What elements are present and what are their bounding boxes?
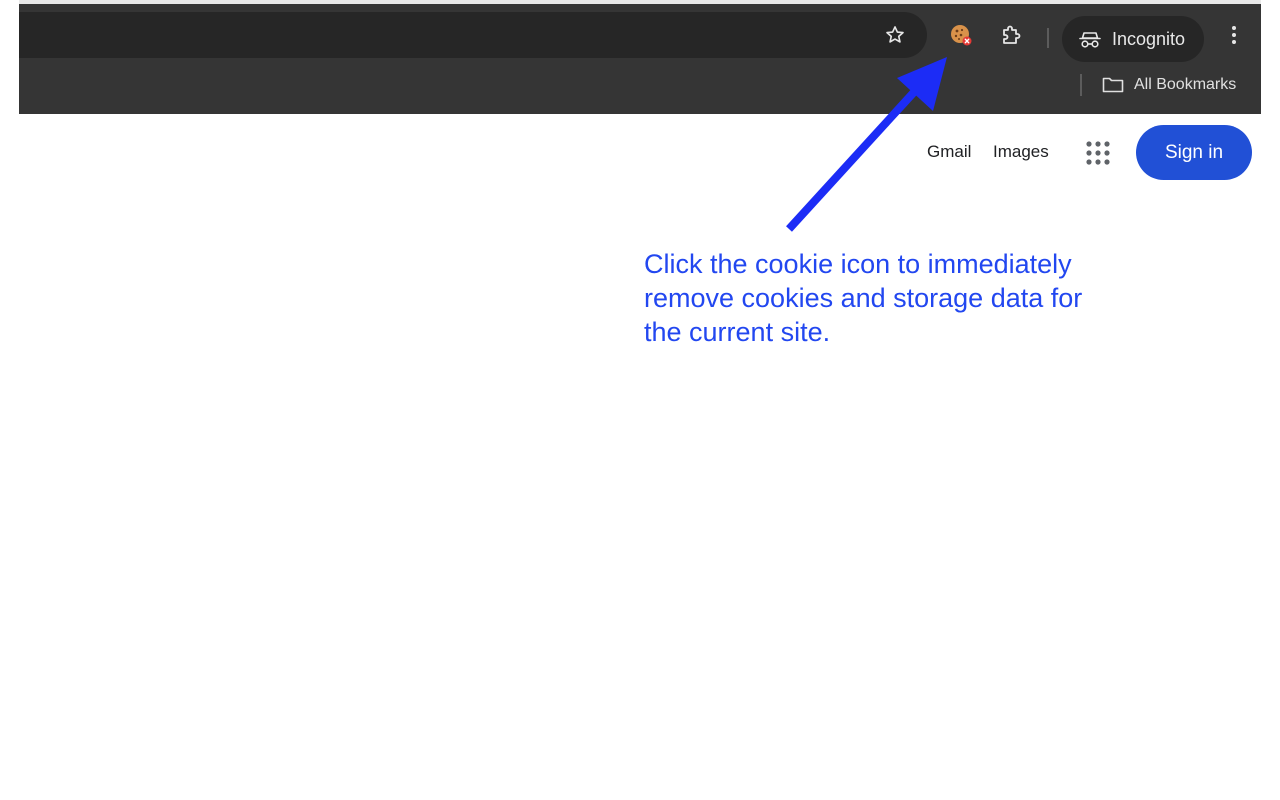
all-bookmarks-button[interactable]: All Bookmarks — [1102, 73, 1236, 97]
bookmark-star-button[interactable] — [879, 19, 911, 51]
folder-icon — [1102, 76, 1124, 94]
sign-in-button[interactable]: Sign in — [1136, 125, 1252, 180]
bookmarks-bar: All Bookmarks — [19, 62, 1261, 114]
cookie-icon — [951, 25, 972, 46]
toolbar-divider — [1047, 28, 1049, 48]
browser-chrome: Incognito All Bookmarks — [19, 0, 1261, 114]
incognito-icon — [1078, 29, 1102, 49]
annotation-arrow — [786, 57, 947, 232]
apps-grid-icon — [1086, 141, 1110, 165]
address-bar[interactable] — [19, 12, 927, 58]
star-icon — [886, 26, 904, 43]
google-apps-button[interactable] — [1083, 138, 1113, 168]
more-vert-icon — [1232, 26, 1236, 44]
annotation-text: Click the cookie icon to immediately rem… — [644, 249, 1083, 347]
gmail-link[interactable]: Gmail — [927, 142, 971, 162]
extensions-button[interactable] — [996, 19, 1028, 51]
incognito-label: Incognito — [1112, 28, 1186, 49]
browser-menu-button[interactable] — [1218, 19, 1250, 51]
bookmarks-divider — [1080, 74, 1082, 96]
extensions-icon — [1003, 25, 1021, 44]
google-header: Gmail Images Sign in — [0, 125, 1280, 181]
all-bookmarks-label: All Bookmarks — [1134, 76, 1237, 93]
cookie-extension-button[interactable] — [945, 19, 977, 51]
incognito-indicator[interactable]: Incognito — [1062, 16, 1204, 62]
browser-toolbar: Incognito — [19, 4, 1261, 62]
images-link[interactable]: Images — [993, 142, 1049, 162]
